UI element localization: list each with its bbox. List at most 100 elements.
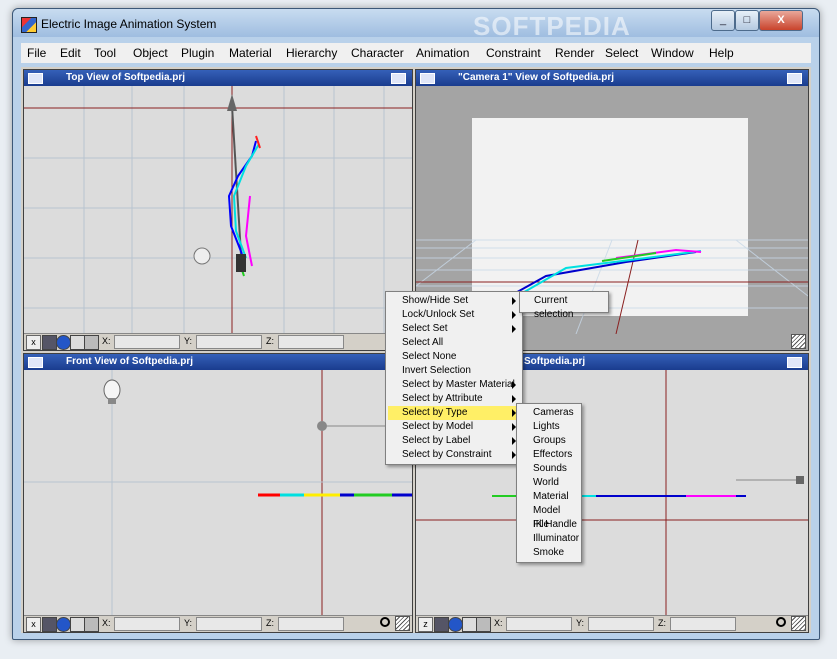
minimize-button[interactable]: _ (711, 10, 735, 31)
menu-item-select-none[interactable]: Select None (388, 350, 520, 364)
menu-object[interactable]: Object (133, 46, 168, 60)
type-item-model-file[interactable]: Model File (519, 504, 579, 530)
y-label: Y: (184, 618, 193, 628)
palette-icon[interactable] (84, 335, 99, 350)
menu-item-invert-selection[interactable]: Invert Selection (388, 364, 520, 378)
resize-grip-icon[interactable] (395, 616, 410, 631)
menu-item-select-by-constraint[interactable]: Select by Constraint (388, 448, 520, 462)
top-view-viewport[interactable]: Top View of Softpedia.prj x X: Y: Z: (23, 69, 413, 351)
viewport-title: "Camera 1" View of Softpedia.prj (458, 72, 615, 83)
menu-item-select-by-label[interactable]: Select by Label (388, 434, 520, 448)
type-item-smoke[interactable]: Smoke (519, 546, 579, 560)
axis-icon[interactable]: x (26, 335, 41, 350)
menu-item-select-by-type[interactable]: Select by Type (388, 406, 520, 420)
axis-icon[interactable]: z (418, 617, 433, 632)
top-view-grid (24, 86, 412, 334)
viewport-resize-icon[interactable] (787, 357, 802, 368)
type-item-lights[interactable]: Lights (519, 420, 579, 434)
menu-help[interactable]: Help (709, 46, 734, 60)
globe-icon[interactable] (56, 617, 71, 632)
palette-icon[interactable] (84, 617, 99, 632)
film-icon[interactable] (434, 617, 449, 632)
viewport-menu-icon[interactable] (420, 73, 435, 84)
z-label: Z: (266, 618, 274, 628)
menu-material[interactable]: Material (229, 46, 272, 60)
menu-hierarchy[interactable]: Hierarchy (286, 46, 337, 60)
x-label: X: (102, 336, 111, 346)
camera-icon[interactable] (462, 617, 477, 632)
zoom-icon[interactable] (776, 617, 786, 627)
resize-grip-icon[interactable] (791, 616, 806, 631)
viewport-menu-icon[interactable] (28, 73, 43, 84)
app-logo-icon (21, 17, 37, 33)
type-item-illuminator[interactable]: Illuminator (519, 532, 579, 546)
title-bar[interactable]: Electric Image Animation System SOFTPEDI… (13, 9, 819, 41)
type-item-ik-handle[interactable]: IK Handle (519, 518, 579, 532)
y-coordinate-field[interactable] (196, 617, 262, 631)
menu-plugin[interactable]: Plugin (181, 46, 214, 60)
viewport-title: Top View of Softpedia.prj (66, 72, 186, 83)
close-button[interactable]: X (759, 10, 803, 31)
viewport-resize-icon[interactable] (391, 73, 406, 84)
y-coordinate-field[interactable] (196, 335, 262, 349)
viewport-status-bar: z X: Y: Z: (416, 615, 808, 632)
submenu-arrow-icon (512, 311, 516, 319)
film-icon[interactable] (42, 617, 57, 632)
menu-item-select-by-model[interactable]: Select by Model (388, 420, 520, 434)
x-coordinate-field[interactable] (114, 335, 180, 349)
type-item-world[interactable]: World (519, 476, 579, 490)
palette-icon[interactable] (476, 617, 491, 632)
select-context-menu: Show/Hide Set Lock/Unlock Set Select Set… (385, 291, 523, 465)
type-item-groups[interactable]: Groups (519, 434, 579, 448)
camera-icon[interactable] (70, 617, 85, 632)
type-item-effectors[interactable]: Effectors (519, 448, 579, 462)
menu-render[interactable]: Render (555, 46, 594, 60)
viewport-resize-icon[interactable] (787, 73, 802, 84)
viewport-menu-icon[interactable] (28, 357, 43, 368)
menu-animation[interactable]: Animation (416, 46, 469, 60)
y-coordinate-field[interactable] (588, 617, 654, 631)
camera-icon[interactable] (70, 335, 85, 350)
menu-item-select-by-attribute[interactable]: Select by Attribute (388, 392, 520, 406)
submenu-arrow-icon (512, 325, 516, 333)
type-item-material[interactable]: Material (519, 490, 579, 504)
axis-icon[interactable]: x (26, 617, 41, 632)
menu-character[interactable]: Character (351, 46, 404, 60)
top-view-canvas[interactable] (24, 86, 412, 334)
menu-window[interactable]: Window (651, 46, 694, 60)
menu-item-show-hide-set[interactable]: Show/Hide Set (388, 294, 520, 308)
globe-icon[interactable] (448, 617, 463, 632)
x-coordinate-field[interactable] (506, 617, 572, 631)
type-item-cameras[interactable]: Cameras (519, 406, 579, 420)
menu-item-lock-unlock-set[interactable]: Lock/Unlock Set (388, 308, 520, 322)
menu-edit[interactable]: Edit (60, 46, 81, 60)
front-view-canvas[interactable] (24, 370, 412, 616)
front-view-viewport[interactable]: Front View of Softpedia.prj x X: Y: Z: (23, 353, 413, 633)
viewport-title-bar[interactable]: Front View of Softpedia.prj (24, 354, 412, 370)
x-label: X: (494, 618, 503, 628)
menu-item-select-set[interactable]: Select Set (388, 322, 520, 336)
maximize-button[interactable]: □ (735, 10, 759, 31)
z-coordinate-field[interactable] (278, 617, 344, 631)
resize-grip-icon[interactable] (791, 334, 806, 349)
viewport-title-bar[interactable]: "Camera 1" View of Softpedia.prj (416, 70, 808, 86)
viewport-title-bar[interactable]: Top View of Softpedia.prj (24, 70, 412, 86)
menu-item-select-all[interactable]: Select All (388, 336, 520, 350)
viewport-title: Softpedia.prj (524, 356, 586, 367)
menu-tool[interactable]: Tool (94, 46, 116, 60)
zoom-icon[interactable] (380, 617, 390, 627)
z-coordinate-field[interactable] (278, 335, 344, 349)
x-coordinate-field[interactable] (114, 617, 180, 631)
submenu-item-current-selection[interactable]: Current selection (522, 294, 606, 320)
menu-file[interactable]: File (27, 46, 46, 60)
menu-constraint[interactable]: Constraint (486, 46, 541, 60)
film-icon[interactable] (42, 335, 57, 350)
z-coordinate-field[interactable] (670, 617, 736, 631)
z-label: Z: (266, 336, 274, 346)
type-item-sounds[interactable]: Sounds (519, 462, 579, 476)
globe-icon[interactable] (56, 335, 71, 350)
menu-select[interactable]: Select (605, 46, 638, 60)
set-submenu: Current selection (519, 291, 609, 320)
z-label: Z: (658, 618, 666, 628)
menu-item-select-by-master-material[interactable]: Select by Master Material (388, 378, 520, 392)
